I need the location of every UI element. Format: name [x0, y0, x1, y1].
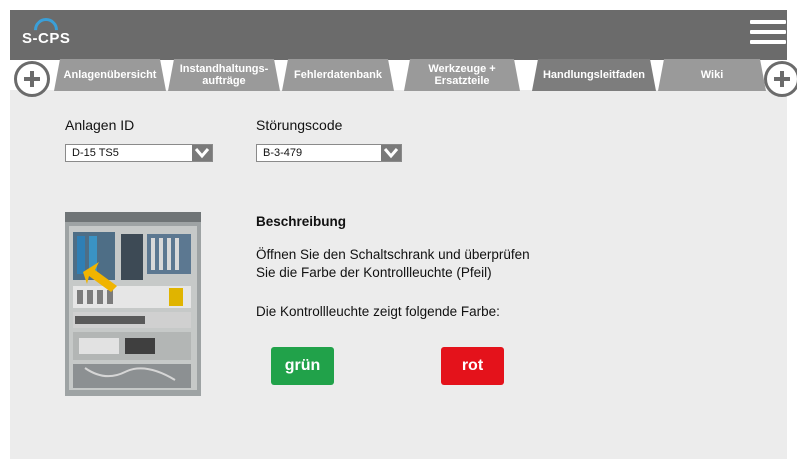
chevron-down-icon[interactable]	[192, 145, 212, 161]
description-heading: Beschreibung	[256, 214, 347, 229]
logo-text: S-CPS	[22, 30, 71, 47]
question-text: Die Kontrollleuchte zeigt folgende Farbe…	[256, 304, 500, 319]
tab-fehlerdatenbank[interactable]: Fehlerdatenbank	[282, 59, 394, 91]
instruction-line-1: Öffnen Sie den Schaltschrank und überprü…	[256, 247, 530, 262]
tab-wiki[interactable]: Wiki	[658, 59, 766, 91]
top-bar	[10, 10, 787, 60]
tab-anlagenuebersicht[interactable]: Anlagenübersicht	[54, 59, 166, 91]
anlagen-id-label: Anlagen ID	[65, 117, 135, 133]
instruction-line-2: Sie die Farbe der Kontrollleuchte (Pfeil…	[256, 265, 492, 280]
tab-handlungsleitfaden[interactable]: Handlungsleitfaden	[532, 59, 656, 91]
anlagen-id-value: D-15 TS5	[72, 147, 119, 159]
green-button[interactable]: grün	[271, 347, 334, 385]
red-button[interactable]: rot	[441, 347, 504, 385]
anlagen-id-select[interactable]: D-15 TS5	[65, 144, 213, 162]
logo: S-CPS	[22, 13, 82, 54]
tab-werkzeuge-ersatzteile[interactable]: Werkzeuge + Ersatzteile	[404, 59, 520, 91]
tab-bar: Anlagenübersicht Instandhaltungs- aufträ…	[54, 59, 764, 91]
add-right-icon[interactable]	[764, 61, 797, 97]
stoerungscode-value: B-3-479	[263, 147, 303, 159]
hamburger-menu-icon[interactable]	[750, 20, 786, 50]
chevron-down-icon[interactable]	[381, 145, 401, 161]
add-left-icon[interactable]	[14, 61, 50, 97]
tab-instandhaltungsauftraege[interactable]: Instandhaltungs- aufträge	[168, 59, 280, 91]
stoerungscode-label: Störungscode	[256, 117, 343, 133]
stoerungscode-select[interactable]: B-3-479	[256, 144, 402, 162]
control-cabinet-photo	[65, 212, 201, 396]
